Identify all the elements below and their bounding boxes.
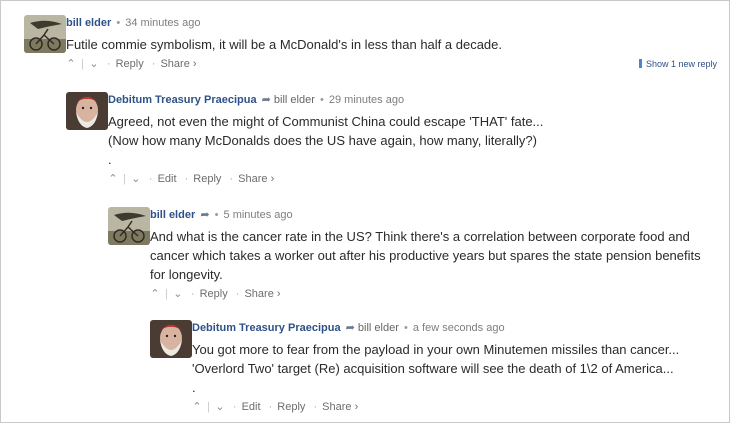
reply-arrow-icon: ➦: [261, 94, 271, 106]
downvote-icon[interactable]: ⌄: [89, 57, 99, 71]
timestamp[interactable]: 29 minutes ago: [329, 94, 404, 106]
share-button[interactable]: Share ›: [244, 288, 280, 300]
comment-actions: ⌃ | ⌄ · Edit · Reply · Share ›: [192, 400, 359, 414]
downvote-icon[interactable]: ⌄: [131, 172, 141, 186]
reply-to-link[interactable]: bill elder: [274, 94, 315, 106]
reply-to-link[interactable]: bill elder: [358, 322, 399, 334]
timestamp[interactable]: 34 minutes ago: [125, 17, 200, 29]
comment-header: Debitum Treasury Praecipua ➦ bill elder …: [108, 94, 405, 106]
reply-arrow-icon: ➦: [345, 322, 355, 334]
author-link[interactable]: bill elder: [66, 17, 111, 29]
avatar-debitum[interactable]: [150, 320, 192, 358]
edit-button[interactable]: Edit: [158, 173, 177, 185]
downvote-icon[interactable]: ⌄: [173, 287, 183, 301]
share-button[interactable]: Share ›: [238, 173, 274, 185]
avatar-bill-elder[interactable]: [24, 15, 66, 53]
new-reply-marker-icon: [638, 59, 642, 68]
comment-header: Debitum Treasury Praecipua ➦ bill elder …: [192, 322, 505, 334]
comment-actions: ⌃ | ⌄ · Edit · Reply · Share ›: [108, 172, 275, 186]
reply-button[interactable]: Reply: [277, 401, 305, 413]
downvote-icon[interactable]: ⌄: [215, 400, 225, 414]
reply-arrow-icon: ➦: [200, 209, 210, 221]
comment-text: You got more to fear from the payload in…: [192, 342, 680, 395]
share-button[interactable]: Share ›: [160, 58, 196, 70]
reply-button[interactable]: Reply: [193, 173, 221, 185]
comment-text: And what is the cancer rate in the US? T…: [150, 229, 701, 282]
author-link[interactable]: Debitum Treasury Praecipua: [108, 94, 257, 106]
reply-button[interactable]: Reply: [200, 288, 228, 300]
comment-actions: ⌃ | ⌄ · Reply · Share ›: [66, 57, 197, 71]
comments-thread: bill elder • 34 minutes ago Futile commi…: [0, 0, 730, 423]
timestamp[interactable]: a few seconds ago: [413, 322, 505, 334]
show-new-replies-link[interactable]: Show 1 new reply: [638, 59, 717, 69]
upvote-icon[interactable]: ⌃: [66, 57, 76, 71]
reply-button[interactable]: Reply: [116, 58, 144, 70]
author-link[interactable]: bill elder: [150, 209, 195, 221]
edit-button[interactable]: Edit: [242, 401, 261, 413]
comment-text: Agreed, not even the might of Communist …: [108, 114, 544, 167]
avatar-bill-elder[interactable]: [108, 207, 150, 245]
share-button[interactable]: Share ›: [322, 401, 358, 413]
comment-actions: ⌃ | ⌄ · Reply · Share ›: [150, 287, 281, 301]
upvote-icon[interactable]: ⌃: [192, 400, 202, 414]
timestamp[interactable]: 5 minutes ago: [224, 209, 293, 221]
comment-header: bill elder • 34 minutes ago: [66, 17, 201, 29]
upvote-icon[interactable]: ⌃: [108, 172, 118, 186]
upvote-icon[interactable]: ⌃: [150, 287, 160, 301]
comment-text: Futile commie symbolism, it will be a Mc…: [66, 37, 502, 52]
author-link[interactable]: Debitum Treasury Praecipua: [192, 322, 341, 334]
comment-header: bill elder ➦ • 5 minutes ago: [150, 209, 293, 221]
avatar-debitum[interactable]: [66, 92, 108, 130]
